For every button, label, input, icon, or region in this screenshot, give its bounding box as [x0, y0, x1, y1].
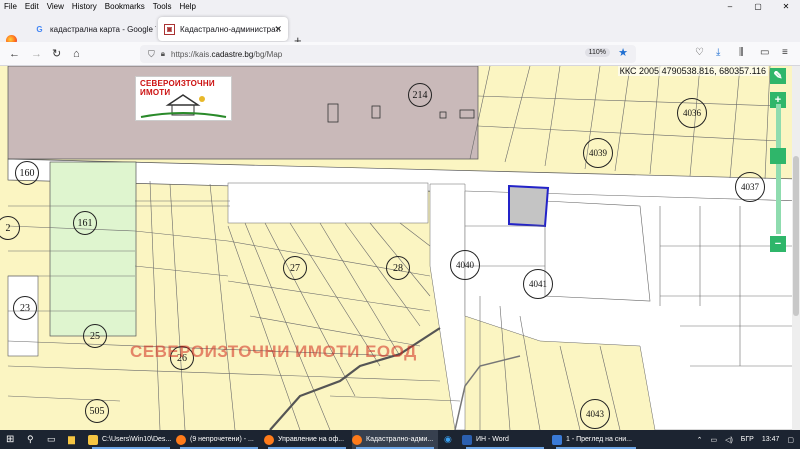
- parcel-number-label[interactable]: 161: [73, 211, 97, 235]
- cadastre-map[interactable]: 214 4036 4039 4037 160 161 2 27 28 4040 4041 23 25 26…: [0, 66, 800, 430]
- taskbar-item-firefox-office[interactable]: Управление на оф...: [264, 430, 350, 449]
- sidebar-icon[interactable]: ▭: [760, 47, 769, 58]
- close-tab-icon[interactable]: ✕: [274, 24, 282, 35]
- minimize-button[interactable]: –: [716, 0, 744, 13]
- notification-icon[interactable]: ▢: [787, 436, 794, 444]
- meadow-parcel: [49, 161, 137, 337]
- windows-taskbar: ⊞ ⚲ ▭ ▆ C:\Users\Win10\Des... (9 непроче…: [0, 430, 800, 449]
- menu-bookmarks[interactable]: Bookmarks: [101, 2, 149, 11]
- parcel-number-label[interactable]: 4039: [583, 138, 613, 168]
- urban-block: [7, 66, 479, 160]
- parcel-number-label[interactable]: 505: [85, 399, 109, 423]
- house-logo-icon: [140, 94, 227, 118]
- menu-help[interactable]: Help: [175, 2, 199, 11]
- reload-icon[interactable]: ↻: [52, 47, 61, 61]
- menu-tools[interactable]: Tools: [149, 2, 176, 11]
- word-icon: [462, 434, 472, 445]
- lock-icon[interactable]: 🔒︎: [161, 49, 165, 59]
- language-indicator[interactable]: БГР: [741, 436, 754, 443]
- search-icon[interactable]: ⚲: [27, 430, 34, 449]
- file-explorer-icon[interactable]: ▆: [68, 430, 75, 449]
- google-icon: G: [36, 24, 43, 34]
- vertical-scrollbar[interactable]: [792, 66, 800, 430]
- parcel-number-label[interactable]: 160: [15, 161, 39, 185]
- bookmark-star-icon[interactable]: ★: [618, 46, 628, 59]
- parcel-number-label[interactable]: 28: [386, 256, 410, 280]
- parcel-number-label[interactable]: 4041: [523, 269, 553, 299]
- folder-icon: [88, 434, 98, 445]
- company-logo: СЕВЕРОИЗТОЧНИ ИМОТИ: [135, 76, 232, 121]
- zoom-out-button[interactable]: −: [770, 236, 786, 252]
- zoom-level-badge[interactable]: 110%: [584, 48, 610, 57]
- speaker-icon[interactable]: ◁): [725, 436, 733, 444]
- parcel-number-label[interactable]: 25: [83, 324, 107, 348]
- coordinate-readout: ККС 2005 4790538.816, 680357.116: [617, 66, 768, 76]
- zoom-slider[interactable]: [776, 104, 781, 234]
- parcel-number-label[interactable]: 214: [408, 83, 432, 107]
- maximize-button[interactable]: ▢: [744, 0, 772, 13]
- tab-cadastre[interactable]: ▣ Кадастрално-административна информацио…: [158, 17, 288, 41]
- shield-icon[interactable]: ⛉: [148, 49, 155, 60]
- system-tray: ⌃ ▭ ◁) БГР 13:47 ▢: [697, 430, 794, 449]
- menu-hamburger-icon[interactable]: ≡: [782, 47, 788, 58]
- edit-pencil-icon[interactable]: ✎: [770, 68, 786, 84]
- network-icon[interactable]: ▭: [710, 436, 717, 444]
- zoom-control: ✎ + −: [770, 68, 786, 258]
- tab-google-search[interactable]: G кадастрална карта - Google Търсене: [28, 17, 156, 41]
- photos-icon: [552, 434, 562, 445]
- tab-label: кадастрална карта - Google Търсене: [50, 24, 156, 34]
- menu-edit[interactable]: Edit: [21, 2, 43, 11]
- parcel-number-label[interactable]: 27: [283, 256, 307, 280]
- library-icon[interactable]: ⫼: [739, 47, 744, 58]
- chevron-up-icon[interactable]: ⌃: [697, 436, 703, 444]
- tab-strip: G кадастрална карта - Google Търсене ▣ К…: [0, 13, 800, 48]
- parcel-number-label[interactable]: 4036: [677, 98, 707, 128]
- taskbar-item-firefox-mail[interactable]: (9 непрочетени) - ...: [176, 430, 262, 449]
- cadastre-icon: ▣: [164, 23, 175, 35]
- back-icon[interactable]: ←: [9, 47, 20, 61]
- address-bar[interactable]: ⛉ 🔒︎ https://kais.cadastre.bg/bg/Map 110…: [140, 45, 636, 63]
- task-view-icon[interactable]: ▭: [47, 430, 56, 449]
- taskbar-item-photos[interactable]: 1 - Преглед на сни...: [552, 430, 640, 449]
- navigation-bar: ← → ↻ ⌂ ⛉ 🔒︎ https://kais.cadastre.bg/bg…: [0, 42, 800, 66]
- tab-label: Кадастрално-административна информационн…: [180, 24, 280, 34]
- home-icon[interactable]: ⌂: [73, 47, 80, 61]
- forward-icon[interactable]: →: [31, 47, 42, 61]
- white-parcel-2: [227, 182, 429, 224]
- taskbar-item-word[interactable]: ИН - Word: [462, 430, 548, 449]
- firefox-icon: [352, 434, 362, 445]
- company-watermark: СЕВЕРОИЗТОЧНИ ИМОТИ ЕООД: [130, 342, 417, 361]
- firefox-icon: [264, 434, 274, 445]
- download-icon[interactable]: ⤓: [716, 47, 720, 58]
- close-window-button[interactable]: ✕: [772, 0, 800, 13]
- parcel-number-label[interactable]: 4040: [450, 250, 480, 280]
- zoom-slider-handle[interactable]: [770, 148, 786, 164]
- taskbar-item-explorer[interactable]: C:\Users\Win10\Des...: [88, 430, 174, 449]
- menu-view[interactable]: View: [43, 2, 68, 11]
- selected-parcel: [508, 184, 550, 228]
- parcel-number-label[interactable]: 4037: [735, 172, 765, 202]
- taskbar-item-firefox-cadastre[interactable]: Кадастрално-адми...: [352, 430, 438, 449]
- menu-history[interactable]: History: [68, 2, 101, 11]
- scrollbar-thumb[interactable]: [793, 156, 799, 316]
- pocket-icon[interactable]: ♡: [695, 47, 704, 58]
- parcel-number-label[interactable]: 4043: [580, 399, 610, 429]
- parcel-number-label[interactable]: 23: [13, 296, 37, 320]
- window-controls: – ▢ ✕: [716, 0, 800, 13]
- edge-icon[interactable]: ◉: [444, 430, 452, 449]
- firefox-icon: [176, 434, 186, 445]
- url-text: https://kais.cadastre.bg/bg/Map: [171, 49, 283, 59]
- clock[interactable]: 13:47: [762, 436, 780, 443]
- menu-bar: File Edit View History Bookmarks Tools H…: [0, 0, 800, 13]
- menu-file[interactable]: File: [0, 2, 21, 11]
- building-block: [544, 200, 651, 302]
- start-icon[interactable]: ⊞: [6, 430, 14, 449]
